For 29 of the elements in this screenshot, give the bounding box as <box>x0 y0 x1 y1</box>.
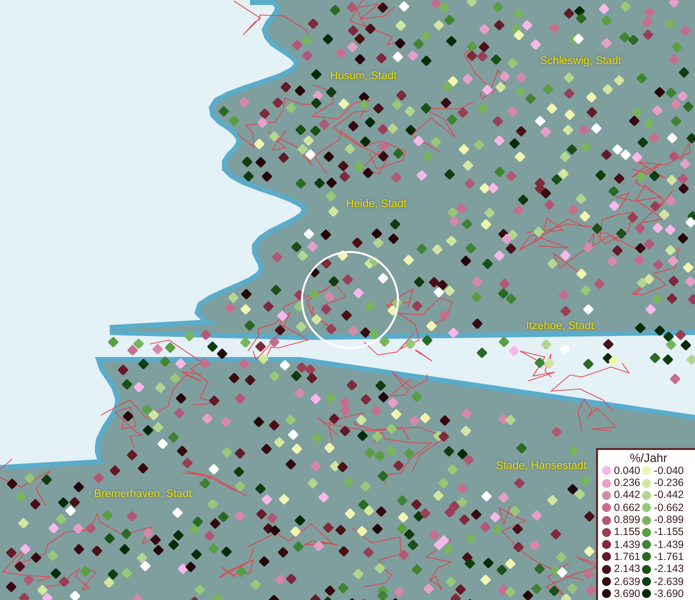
legend-label: -0.899 <box>654 514 684 526</box>
place-label: Schleswig, Stadt <box>540 55 622 67</box>
legend-label: -2.143 <box>654 563 684 576</box>
legend-label: 2.143 <box>614 563 640 576</box>
legend-label: 0.236 <box>614 477 640 490</box>
legend-label: -1.439 <box>654 538 684 551</box>
legend-label: 1.439 <box>614 538 640 551</box>
legend-label: -1.155 <box>654 526 684 538</box>
place-label: Heide, Stadt <box>346 198 407 210</box>
legend-label: 0.662 <box>614 502 640 514</box>
legend-label: -2.639 <box>654 576 684 588</box>
legend-label: -1.761 <box>654 550 684 563</box>
place-label: Bremerhaven, Stadt <box>94 488 192 500</box>
legend-label: 1.155 <box>614 526 640 538</box>
place-label: Itzehoe, Stadt <box>526 320 594 332</box>
legend-label: 0.040 <box>614 464 640 477</box>
legend-label: -0.662 <box>654 502 684 514</box>
place-label: Husum, Stadt <box>330 70 397 82</box>
legend-label: -3.690 <box>654 588 684 600</box>
legend-title: %/Jahr <box>630 452 668 465</box>
legend-label: -0.040 <box>654 464 684 477</box>
place-label: Stade, Hansestadt <box>496 460 587 472</box>
legend-label: 0.442 <box>614 489 640 502</box>
legend-label: -0.442 <box>654 489 684 502</box>
legend-label: 3.690 <box>614 588 640 600</box>
legend-label: 0.899 <box>614 514 640 526</box>
legend-label: 1.761 <box>614 550 640 563</box>
legend-label: -0.236 <box>654 477 684 490</box>
legend-label: 2.639 <box>614 576 640 588</box>
